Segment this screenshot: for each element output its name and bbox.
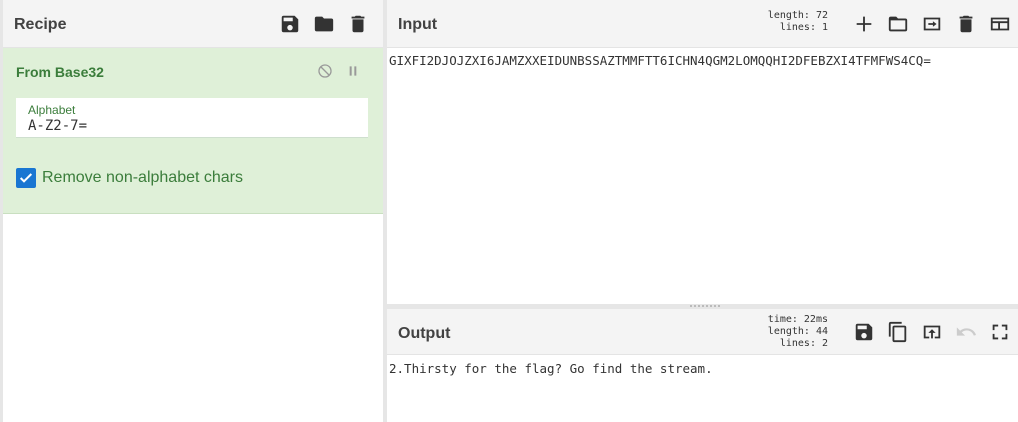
replace-input-with-output-icon[interactable] [920,320,944,344]
operation-from-base32[interactable]: From Base32 Alphabet A-Z2-7= Remove non-… [3,48,383,214]
maximise-output-icon[interactable] [988,320,1012,344]
recipe-panel: Recipe From Base32 Alphabet A-Z2-7= Remo… [0,0,383,422]
alphabet-value[interactable]: A-Z2-7= [28,118,87,134]
remove-non-alphabet-checkbox[interactable] [16,168,36,188]
disable-operation-icon[interactable] [316,62,334,80]
input-stats: length: 72 lines: 1 [768,10,828,34]
remove-non-alphabet-option[interactable]: Remove non-alphabet chars [16,168,243,188]
output-stats: time: 22ms length: 44 lines: 2 [768,314,828,350]
input-text-area[interactable]: GIXFI2DJOJZXI6JAMZXXEIDUNBSSAZTMMFTT6ICH… [389,53,931,68]
operation-title: From Base32 [16,64,104,80]
input-panel: Input length: 72 lines: 1 GIXFI2DJOJZXI6JA… [387,0,1018,304]
input-lines-label: lines: [779,22,816,33]
output-lines-value: 2 [821,338,828,349]
save-output-icon[interactable] [852,320,876,344]
output-text-area[interactable]: 2.Thirsty for the flag? Go find the stre… [389,361,713,376]
open-file-folder-icon[interactable] [886,12,910,36]
output-length-value: 44 [815,326,828,337]
output-lines-label: lines: [779,338,816,349]
clear-recipe-trash-icon[interactable] [346,12,370,36]
input-title: Input [398,16,438,33]
remove-non-alphabet-label: Remove non-alphabet chars [42,169,244,186]
pause-operation-icon[interactable] [344,62,362,80]
alphabet-label: Alphabet [28,103,76,117]
input-header: Input length: 72 lines: 1 [387,0,1018,48]
output-panel: Output time: 22ms length: 44 lines: 2 2.Thi… [387,309,1018,422]
checkmark-icon [19,173,33,183]
save-recipe-icon[interactable] [278,12,302,36]
input-length-value: 72 [815,10,828,21]
open-input-folder-icon[interactable] [920,12,944,36]
recipe-header: Recipe [3,0,383,48]
load-recipe-folder-icon[interactable] [312,12,336,36]
input-lines-value: 1 [821,22,828,33]
undo-icon[interactable] [954,320,978,344]
recipe-title: Recipe [14,16,67,33]
clear-input-trash-icon[interactable] [954,12,978,36]
input-length-label: length: [767,10,810,21]
output-time-value: 22ms [803,314,828,325]
reset-layout-icon[interactable] [988,12,1012,36]
output-header: Output time: 22ms length: 44 lines: 2 [387,309,1018,355]
output-length-label: length: [767,326,810,337]
alphabet-field[interactable]: Alphabet A-Z2-7= [16,98,368,138]
copy-output-icon[interactable] [886,320,910,344]
add-input-tab-plus-icon[interactable] [852,12,876,36]
resize-grip[interactable] [690,305,720,307]
output-title: Output [398,325,451,342]
output-time-label: time: [767,314,798,325]
